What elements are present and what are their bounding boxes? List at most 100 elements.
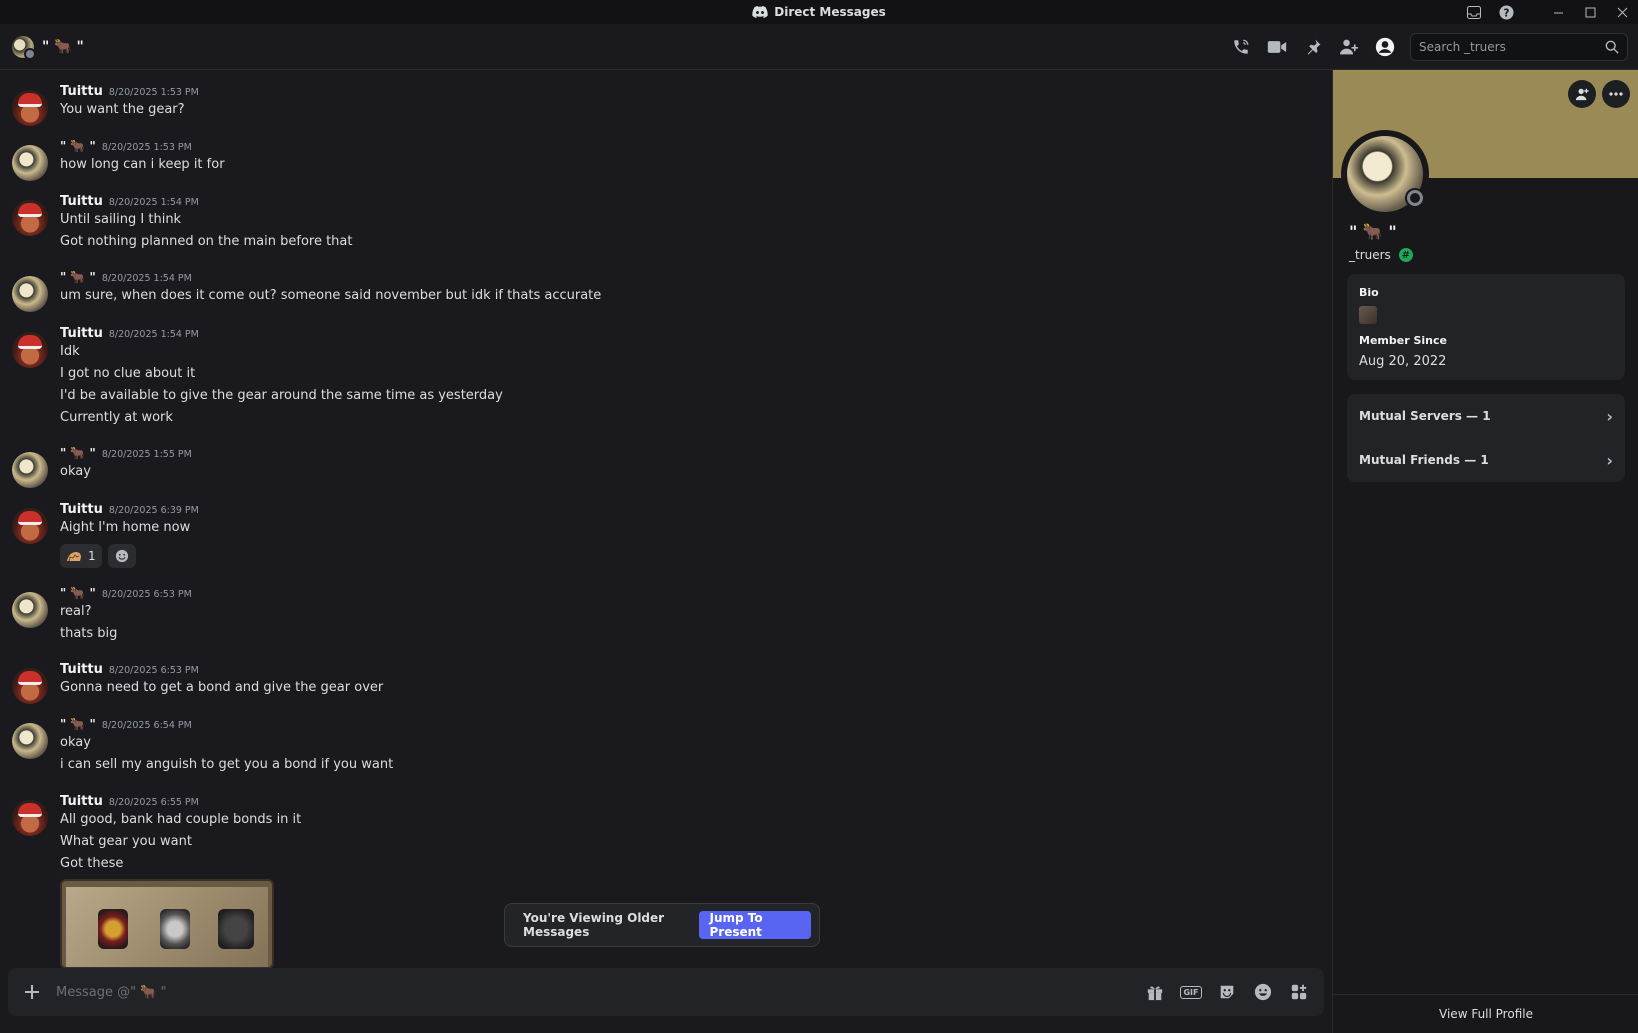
message-text: okay (60, 735, 91, 750)
avatar[interactable] (12, 592, 48, 628)
message-text: You want the gear? (60, 102, 185, 117)
author-name[interactable]: " 🐂 " (60, 270, 96, 284)
apps-icon[interactable] (1288, 981, 1310, 1003)
avatar[interactable] (12, 145, 48, 181)
profile-handle: _truers # (1349, 248, 1413, 262)
timestamp: 8/20/2025 1:53 PM (108, 87, 199, 98)
avatar[interactable] (12, 668, 48, 704)
timestamp: 8/20/2025 6:54 PM (101, 720, 192, 731)
bio-card: Bio Member Since Aug 20, 2022 (1347, 274, 1625, 380)
emoji-icon[interactable] (1252, 981, 1274, 1003)
add-friend-icon (1575, 88, 1589, 101)
gear-item-image (160, 909, 190, 949)
minimize-icon[interactable] (1542, 0, 1574, 24)
window-controls: ? (1458, 0, 1638, 24)
gear-item-image (218, 909, 254, 949)
member-since-label: Member Since (1359, 334, 1447, 347)
hashtag-badge-icon[interactable]: # (1398, 248, 1413, 262)
chevron-right-icon: › (1606, 406, 1613, 426)
author-name[interactable]: " 🐂 " (60, 139, 96, 153)
avatar[interactable] (12, 508, 48, 544)
help-icon[interactable]: ? (1490, 0, 1522, 24)
header-avatar[interactable] (12, 35, 36, 60)
gift-icon[interactable] (1144, 981, 1166, 1003)
image-attachment[interactable] (60, 879, 274, 968)
message-text: okay (60, 464, 91, 479)
mutual-servers-label: Mutual Servers — 1 (1359, 409, 1491, 423)
bio-emoji-image (1359, 306, 1377, 324)
mutual-servers-row[interactable]: Mutual Servers — 1 › (1347, 394, 1625, 438)
author-name[interactable]: Tuittu (60, 194, 103, 209)
video-call-icon[interactable] (1266, 36, 1288, 58)
reaction-count: 1 (88, 549, 96, 563)
avatar[interactable] (12, 452, 48, 488)
profile-avatar[interactable] (1341, 130, 1429, 218)
pin-icon[interactable] (1302, 36, 1324, 58)
add-reaction-icon (115, 549, 128, 563)
mutual-friends-row[interactable]: Mutual Friends — 1 › (1347, 438, 1625, 482)
profile-username: _truers (1349, 248, 1391, 262)
add-friends-to-dm-icon[interactable] (1338, 36, 1360, 58)
avatar[interactable] (12, 332, 48, 368)
mutuals-card: Mutual Servers — 1 › Mutual Friends — 1 … (1347, 394, 1625, 482)
discord-logo-icon (752, 6, 768, 18)
close-icon[interactable] (1606, 0, 1638, 24)
avatar[interactable] (12, 90, 48, 126)
avatar[interactable] (12, 800, 48, 836)
message-text: Aight I'm home now (60, 520, 191, 535)
author-name[interactable]: Tuittu (60, 794, 103, 809)
timestamp: 8/20/2025 1:54 PM (108, 197, 199, 208)
user-profile-toggle-icon[interactable] (1374, 36, 1396, 58)
view-full-profile-button[interactable]: View Full Profile (1333, 994, 1638, 1033)
member-since-date: Aug 20, 2022 (1359, 354, 1447, 369)
plus-icon (25, 985, 39, 999)
header-dm-name[interactable]: " 🐂 " (42, 39, 84, 55)
offline-status-icon (1405, 188, 1425, 208)
timestamp: 8/20/2025 1:55 PM (101, 449, 192, 460)
maximize-icon[interactable] (1574, 0, 1606, 24)
avatar[interactable] (12, 200, 48, 236)
timestamp: 8/20/2025 6:55 PM (108, 797, 199, 808)
author-name[interactable]: Tuittu (60, 84, 103, 99)
channel-header: " 🐂 " Search _truers (0, 24, 1638, 70)
add-reaction-button[interactable] (107, 544, 136, 568)
timestamp: 8/20/2025 1:54 PM (101, 273, 192, 284)
search-icon (1605, 40, 1619, 54)
sticker-icon[interactable] (1216, 981, 1238, 1003)
reaction-emoji-icon (67, 552, 81, 562)
user-profile-panel: " 🐂 " _truers # Bio Member Since Aug 20,… (1332, 70, 1638, 1033)
timestamp: 8/20/2025 1:54 PM (108, 329, 199, 340)
add-friend-button[interactable] (1568, 80, 1596, 108)
reaction-chip[interactable]: 1 (60, 544, 102, 568)
timestamp: 8/20/2025 6:53 PM (101, 589, 192, 600)
jump-to-present-button[interactable]: Jump To Present (699, 911, 811, 939)
message-text: All good, bank had couple bonds in it (60, 812, 302, 827)
author-name[interactable]: Tuittu (60, 326, 103, 341)
author-name[interactable]: " 🐂 " (60, 446, 96, 460)
more-options-button[interactable] (1602, 80, 1630, 108)
avatar[interactable] (12, 276, 48, 312)
author-name[interactable]: Tuittu (60, 502, 103, 517)
author-name[interactable]: Tuittu (60, 662, 103, 677)
voice-call-icon[interactable] (1230, 36, 1252, 58)
avatar[interactable] (12, 723, 48, 759)
message-composer: Message @" 🐂 " GIF (8, 968, 1324, 1016)
message-input[interactable]: Message @" 🐂 " (56, 985, 1144, 1000)
title-bar: Direct Messages ? (0, 0, 1638, 24)
message-text: thats big (60, 626, 118, 641)
inbox-icon[interactable] (1458, 0, 1490, 24)
upload-plus-button[interactable] (8, 968, 56, 1016)
author-name[interactable]: " 🐂 " (60, 717, 96, 731)
reactions: 1 (60, 544, 136, 568)
message-list[interactable]: Tuittu 8/20/2025 1:53 PM You want the gea… (0, 70, 1332, 968)
message-text: um sure, when does it come out? someone … (60, 288, 602, 303)
window-title: Direct Messages (752, 5, 886, 19)
message-text: I'd be available to give the gear around… (60, 388, 503, 403)
message-text: i can sell my anguish to get you a bond … (60, 757, 394, 772)
search-input[interactable]: Search _truers (1410, 33, 1628, 61)
svg-text:?: ? (1503, 7, 1509, 19)
message-text: Got these (60, 856, 124, 871)
gif-icon[interactable]: GIF (1180, 981, 1202, 1003)
author-name[interactable]: " 🐂 " (60, 586, 96, 600)
chevron-right-icon: › (1606, 450, 1613, 470)
